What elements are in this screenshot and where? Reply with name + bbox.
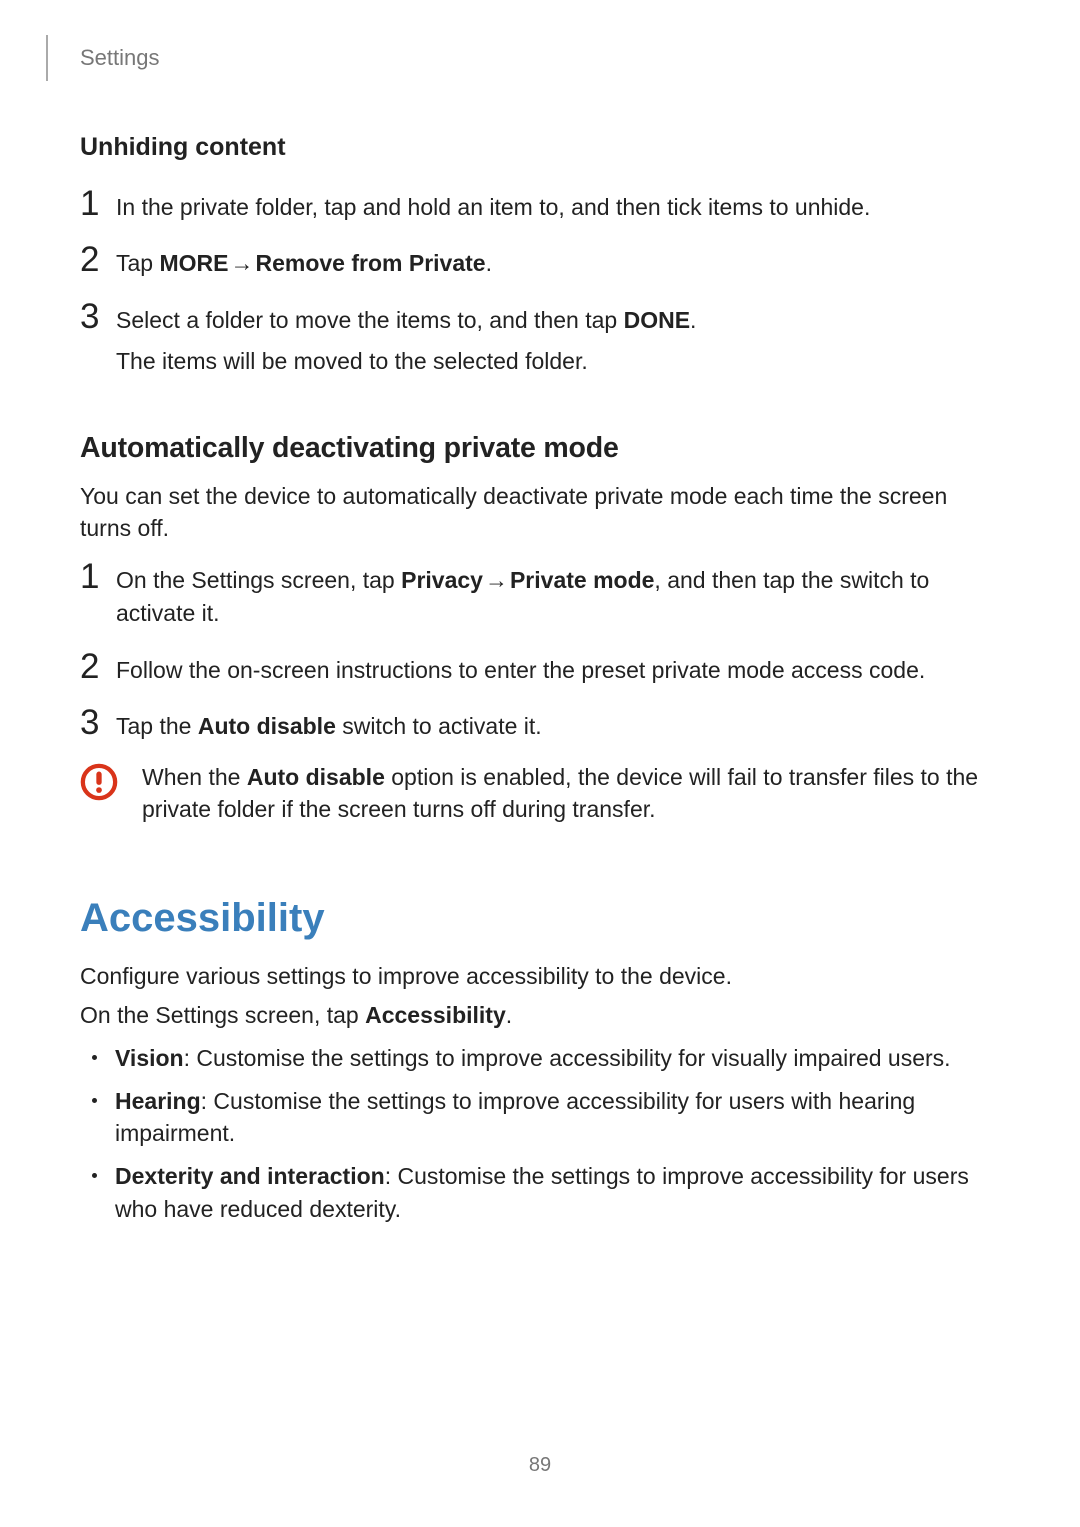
heading-auto-deactivate: Automatically deactivating private mode (80, 432, 985, 465)
step-number: 2 (80, 242, 116, 277)
ui-label-remove-from-private: Remove from Private (255, 250, 485, 276)
step-item: 3 Select a folder to move the items to, … (80, 299, 985, 387)
header-rule (46, 35, 48, 81)
ui-label-done: DONE (624, 307, 690, 333)
text-fragment: : Customise the settings to improve acce… (115, 1088, 915, 1147)
step-number: 1 (80, 559, 116, 594)
step-text: In the private folder, tap and hold an i… (116, 186, 870, 224)
text-fragment: Select a folder to move the items to, an… (116, 307, 624, 333)
accessibility-intro-1: Configure various settings to improve ac… (80, 961, 985, 993)
section-breadcrumb: Settings (80, 45, 160, 71)
unhiding-steps: 1 In the private folder, tap and hold an… (80, 186, 985, 386)
accessibility-bullets: Vision: Customise the settings to improv… (92, 1042, 985, 1225)
step-text: Tap the Auto disable switch to activate … (116, 705, 542, 743)
step-item: 1 In the private folder, tap and hold an… (80, 186, 985, 224)
text-fragment: . (486, 250, 492, 276)
step-subtext: The items will be moved to the selected … (116, 345, 696, 378)
step-number: 1 (80, 186, 116, 221)
ui-label-private-mode: Private mode (510, 567, 654, 593)
warning-text: When the Auto disable option is enabled,… (142, 761, 985, 825)
accessibility-intro-2: On the Settings screen, tap Accessibilit… (80, 1000, 985, 1032)
bullet-icon (92, 1055, 97, 1060)
step-number: 3 (80, 705, 116, 740)
arrow-icon: → (483, 564, 510, 597)
text-fragment: When the (142, 764, 247, 790)
bullet-text: Dexterity and interaction: Customise the… (115, 1160, 985, 1225)
option-vision: Vision (115, 1045, 184, 1071)
bullet-icon (92, 1098, 97, 1103)
warning-icon (80, 763, 118, 801)
list-item: Hearing: Customise the settings to impro… (92, 1085, 985, 1150)
bullet-icon (92, 1173, 97, 1178)
page-number: 89 (0, 1454, 1080, 1477)
step-item: 1 On the Settings screen, tap Privacy → … (80, 559, 985, 631)
step-number: 2 (80, 649, 116, 684)
step-item: 3 Tap the Auto disable switch to activat… (80, 705, 985, 743)
heading-accessibility: Accessibility (80, 896, 985, 941)
step-item: 2 Follow the on-screen instructions to e… (80, 649, 985, 687)
text-fragment: Tap (116, 250, 159, 276)
step-number: 3 (80, 299, 116, 334)
text-fragment: . (690, 307, 696, 333)
text-fragment: Tap the (116, 713, 198, 739)
step-text: On the Settings screen, tap Privacy → Pr… (116, 559, 985, 631)
ui-label-accessibility: Accessibility (365, 1002, 506, 1028)
option-dexterity: Dexterity and interaction (115, 1163, 385, 1189)
option-hearing: Hearing (115, 1088, 201, 1114)
list-item: Vision: Customise the settings to improv… (92, 1042, 985, 1075)
ui-label-auto-disable: Auto disable (247, 764, 385, 790)
bullet-text: Hearing: Customise the settings to impro… (115, 1085, 985, 1150)
list-item: Dexterity and interaction: Customise the… (92, 1160, 985, 1225)
bullet-text: Vision: Customise the settings to improv… (115, 1042, 951, 1075)
manual-page: Settings Unhiding content 1 In the priva… (0, 0, 1080, 1527)
warning-callout: When the Auto disable option is enabled,… (80, 761, 985, 825)
arrow-icon: → (228, 247, 255, 280)
text-fragment: . (506, 1002, 512, 1028)
text-fragment: switch to activate it. (336, 713, 542, 739)
page-header: Settings (46, 35, 985, 81)
step-item: 2 Tap MORE → Remove from Private. (80, 242, 985, 280)
text-fragment: On the Settings screen, tap (80, 1002, 365, 1028)
step-text: Follow the on-screen instructions to ent… (116, 649, 925, 687)
auto-deactivate-intro: You can set the device to automatically … (80, 481, 985, 544)
ui-label-auto-disable: Auto disable (198, 713, 336, 739)
text-fragment: : Customise the settings to improve acce… (184, 1045, 951, 1071)
step-text: Tap MORE → Remove from Private. (116, 242, 492, 280)
text-fragment: On the Settings screen, tap (116, 567, 401, 593)
step-text: Select a folder to move the items to, an… (116, 299, 696, 387)
heading-unhiding-content: Unhiding content (80, 133, 985, 162)
ui-label-privacy: Privacy (401, 567, 483, 593)
ui-label-more: MORE (159, 250, 228, 276)
auto-deactivate-steps: 1 On the Settings screen, tap Privacy → … (80, 559, 985, 743)
